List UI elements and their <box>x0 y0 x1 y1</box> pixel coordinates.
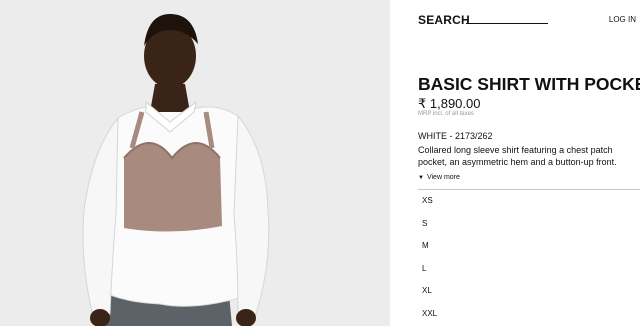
product-info-panel: SEARCH LOG IN BASIC SHIRT WITH POCKET ₹ … <box>390 0 640 326</box>
size-option-l[interactable]: L <box>418 258 640 281</box>
product-image <box>0 0 390 326</box>
color-reference: WHITE - 2173/262 <box>418 131 493 141</box>
caret-down-icon: ▼ <box>418 174 424 181</box>
product-price: ₹ 1,890.00 <box>418 96 481 111</box>
size-option-xs[interactable]: XS <box>418 190 640 213</box>
model-photo <box>0 0 390 326</box>
size-option-xl[interactable]: XL <box>418 280 640 303</box>
view-more-label: View more <box>426 174 460 181</box>
tax-note: MRP incl. of all taxes <box>418 111 474 117</box>
login-link[interactable]: LOG IN <box>609 15 636 24</box>
product-title: BASIC SHIRT WITH POCKET <box>418 74 640 94</box>
size-option-s[interactable]: S <box>418 213 640 236</box>
view-more-link[interactable]: ▼ View more <box>418 174 460 181</box>
search-input[interactable] <box>466 23 548 24</box>
size-option-m[interactable]: M <box>418 235 640 258</box>
product-description: Collared long sleeve shirt featuring a c… <box>418 145 617 167</box>
size-option-xxl[interactable]: XXL <box>418 303 640 326</box>
size-list: XS S M L XL XXL <box>418 190 640 325</box>
search-link[interactable]: SEARCH <box>418 13 470 27</box>
